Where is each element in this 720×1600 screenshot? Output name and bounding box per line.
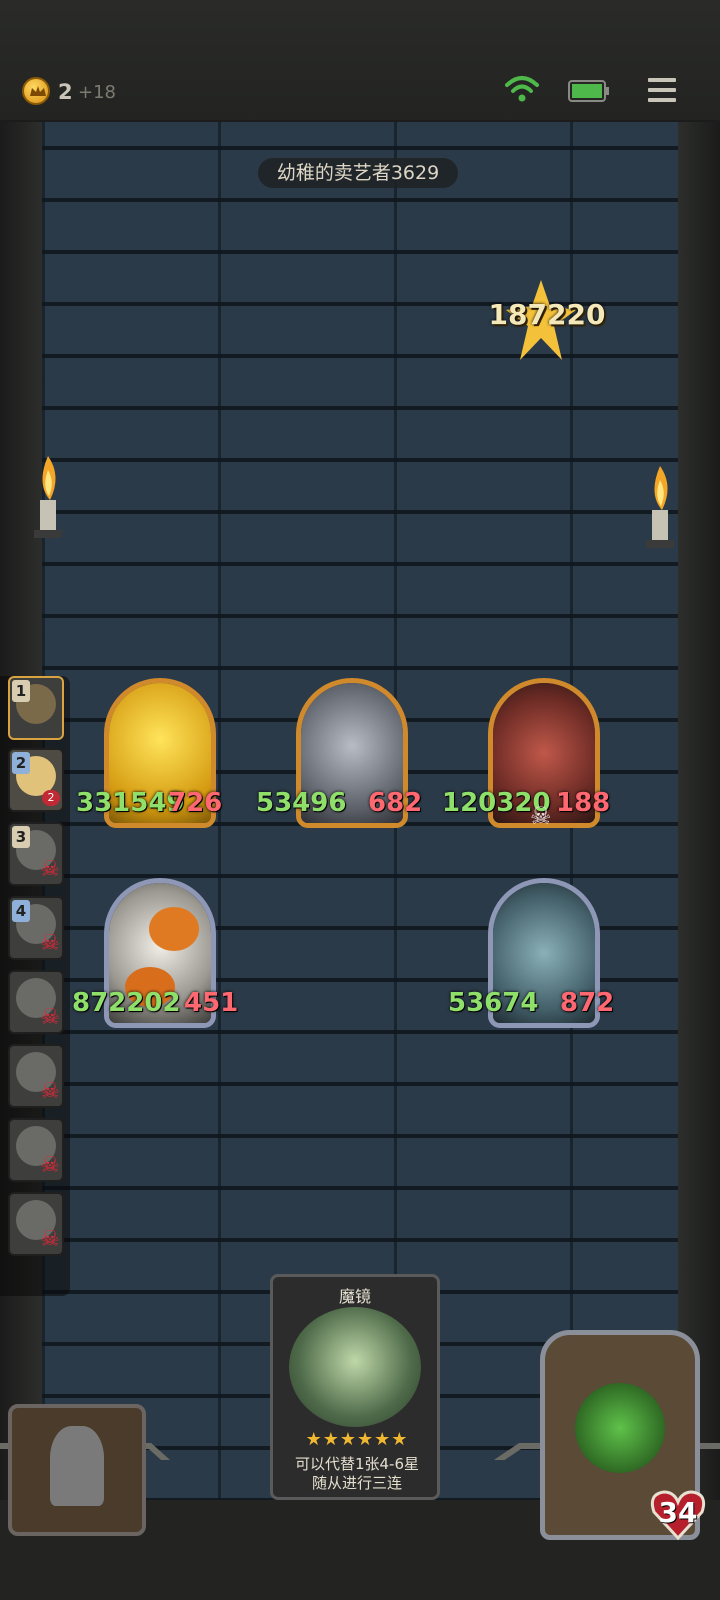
skull-icon: ☠ [40,1079,60,1104]
hero-health: 34 [658,1496,698,1529]
hand-card-description: 可以代替1张4-6星 随从进行三连 [277,1455,437,1493]
battery-icon [568,80,609,102]
minion-attack: 872202 [72,988,181,1018]
gold-count: 2 [58,80,73,104]
hand-card-desc-line: 可以代替1张4-6星 [294,1455,420,1473]
skull-icon: ☠ [40,1227,60,1252]
heart-badge: 2 [42,790,60,806]
player-slot[interactable]: 1 [8,676,64,740]
minion-health: 682 [368,788,423,818]
hand-card-art [289,1307,421,1427]
hand-card-stars: ★★★★★★ [305,1429,409,1450]
player-slot[interactable]: ☠ [8,970,64,1034]
hand-card-title: 魔镜 [338,1287,371,1306]
skull-icon: ☠ [40,931,60,956]
minion-health: 872 [560,988,615,1018]
minion-attack: 53496 [256,788,347,818]
player-slot[interactable]: ☠ [8,1192,64,1256]
skull-icon: ☠ [40,1005,60,1030]
right-pillar [676,122,720,1502]
skull-icon: ☠ [40,1153,60,1178]
rank-badge: 1 [12,680,30,702]
rank-badge: 4 [12,900,30,922]
player-slot[interactable]: 4 ☠ [8,896,64,960]
minion-health: 451 [184,988,239,1018]
minion-health: 188 [556,788,611,818]
player-slot[interactable]: 3 ☠ [8,822,64,886]
minion-attack: 53674 [448,988,539,1018]
torch-right-icon [646,466,674,548]
damage-popup: 187220 [488,298,606,331]
opponent-hero-portrait[interactable] [8,1404,146,1536]
player-slot[interactable]: ☠ [8,1044,64,1108]
minion-health: 726 [168,788,223,818]
rank-badge: 3 [12,826,30,848]
hand-card[interactable]: 魔镜 ★★★★★★ 可以代替1张4-6星 随从进行三连 [270,1274,440,1500]
opponent-name: 幼稚的卖艺者3629 [258,158,458,188]
pumpkin-icon [149,907,199,951]
knight-icon [50,1426,104,1506]
torch-left-icon [34,456,62,538]
player-slot[interactable]: 2 2 [8,748,64,812]
player-slot[interactable]: ☠ [8,1118,64,1182]
wifi-icon [505,76,539,102]
gold-income: +18 [78,82,116,103]
hand-card-desc-line: 随从进行三连 [311,1474,402,1492]
skull-icon: ☠ [530,802,552,830]
menu-icon[interactable] [646,74,678,106]
skull-icon: ☠ [40,857,60,882]
goblin-icon [575,1383,665,1473]
rank-badge: 2 [12,752,30,774]
coin-icon [22,77,50,105]
